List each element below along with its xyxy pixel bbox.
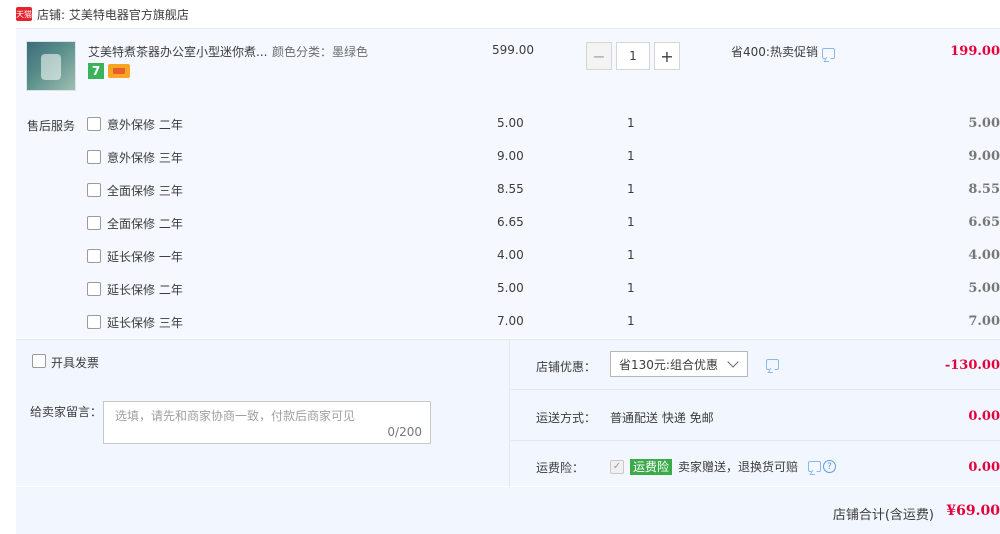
service-quantity: 1 — [627, 314, 635, 328]
service-checkbox[interactable] — [87, 150, 101, 164]
service-name: 全面保修 二年 — [107, 217, 183, 231]
service-total: 8.55 — [968, 182, 1000, 197]
shop-total-bar: 店铺合计(含运费) ¥69.00 — [16, 487, 1000, 534]
seller-message-char-count: 0/200 — [387, 425, 422, 439]
service-row: 全面保修 三年 8.55 1 8.55 — [16, 181, 1000, 201]
product-thumbnail[interactable] — [26, 41, 76, 91]
seller-message-label: 给卖家留言： — [30, 405, 103, 419]
service-row: 意外保修 三年 9.00 1 9.00 — [16, 148, 1000, 168]
service-name: 意外保修 三年 — [107, 151, 183, 165]
service-quantity: 1 — [627, 281, 635, 295]
service-row: 延长保修 二年 5.00 1 5.00 — [16, 280, 1000, 300]
order-options-panel: 开具发票 给卖家留言： 选填，请先和商家协商一致，付款后商家可见 0/200 店… — [16, 339, 1000, 487]
help-icon[interactable]: ? — [823, 460, 837, 473]
service-total: 6.65 — [968, 215, 1000, 230]
insurance-badge: 运费险 — [630, 458, 673, 475]
service-quantity: 1 — [627, 149, 635, 163]
product-sku: 颜色分类：墨绿色 — [272, 45, 369, 59]
service-price: 8.55 — [497, 182, 524, 196]
service-row: 全面保修 二年 6.65 1 6.65 — [16, 214, 1000, 234]
buyer-options: 开具发票 给卖家留言： 选填，请先和商家协商一致，付款后商家可见 0/200 — [16, 340, 510, 487]
service-name: 延长保修 二年 — [107, 283, 183, 297]
service-total: 5.00 — [968, 116, 1000, 131]
promotion-info: 省400:热卖促销 — [731, 43, 835, 60]
shipping-amount: 0.00 — [968, 409, 1000, 424]
service-name: 全面保修 三年 — [107, 184, 183, 198]
service-row: 延长保修 一年 4.00 1 4.00 — [16, 247, 1000, 267]
service-quantity: 1 — [627, 116, 635, 130]
tmall-logo-icon: 天猫 — [16, 7, 32, 21]
decrease-quantity-button[interactable]: − — [586, 42, 612, 70]
service-price: 6.65 — [497, 215, 524, 229]
shipping-insurance-info: ✓ 运费险 卖家赠送，退换货可赔 ? — [610, 458, 837, 475]
service-total: 4.00 — [968, 248, 1000, 263]
service-quantity: 1 — [627, 182, 635, 196]
comment-icon[interactable] — [821, 48, 835, 59]
shop-discount-selected: 省130元:组合优惠 — [619, 357, 718, 372]
service-total: 5.00 — [968, 281, 1000, 296]
shipping-insurance-label: 运费险： — [536, 461, 585, 475]
product-title[interactable]: 艾美特煮茶器办公室小型迷你煮... — [88, 43, 267, 60]
comment-icon[interactable] — [766, 358, 779, 370]
quantity-stepper: − 1 + — [586, 42, 680, 70]
product-unit-price: 599.00 — [492, 43, 534, 57]
service-checkbox[interactable] — [87, 216, 101, 230]
service-name: 意外保修 二年 — [107, 118, 183, 132]
service-price: 5.00 — [497, 116, 524, 130]
service-price: 9.00 — [497, 149, 524, 163]
shop-discount-control: 省130元:组合优惠 — [610, 351, 779, 377]
service-price: 5.00 — [497, 281, 524, 295]
service-quantity: 1 — [627, 215, 635, 229]
seller-message-placeholder: 选填，请先和商家协商一致，付款后商家可见 — [115, 409, 356, 423]
service-name: 延长保修 一年 — [107, 250, 183, 264]
shop-discount-label: 店铺优惠： — [536, 360, 597, 374]
service-checkbox[interactable] — [87, 117, 101, 131]
seven-day-return-icon: 7 — [88, 63, 104, 79]
service-price: 7.00 — [497, 314, 524, 328]
service-row: 意外保修 二年 5.00 1 5.00 — [16, 115, 1000, 135]
service-row: 延长保修 三年 7.00 1 7.00 — [16, 313, 1000, 333]
shop-total-label: 店铺合计(含运费) — [832, 508, 934, 523]
service-quantity: 1 — [627, 248, 635, 262]
service-checkbox[interactable] — [87, 183, 101, 197]
invoice-checkbox[interactable] — [32, 354, 46, 368]
service-total: 9.00 — [968, 149, 1000, 164]
order-item-panel: 艾美特煮茶器办公室小型迷你煮... 颜色分类：墨绿色 7 599.00 − 1 … — [16, 28, 1000, 338]
quantity-input[interactable]: 1 — [616, 42, 650, 70]
shop-discount-row: 店铺优惠： 省130元:组合优惠 -130.00 — [511, 340, 1000, 390]
product-subtotal: 199.00 — [950, 44, 1000, 59]
shop-total-amount: ¥69.00 — [946, 503, 1000, 519]
service-name: 延长保修 三年 — [107, 316, 183, 330]
shipping-insurance-row: 运费险： ✓ 运费险 卖家赠送，退换货可赔 ? 0.00 — [511, 441, 1000, 487]
shipping-label: 运送方式： — [536, 411, 597, 425]
service-checkbox[interactable] — [87, 315, 101, 329]
shop-name[interactable]: 店铺: 艾美特电器官方旗舰店 — [37, 6, 189, 23]
service-checkbox[interactable] — [87, 282, 101, 296]
promotion-text: 省400:热卖促销 — [731, 45, 818, 59]
comment-icon[interactable] — [808, 461, 822, 472]
service-checkbox[interactable] — [87, 249, 101, 263]
service-price: 4.00 — [497, 248, 524, 262]
shipping-insurance-amount: 0.00 — [968, 460, 1000, 475]
shop-discount-select[interactable]: 省130元:组合优惠 — [610, 351, 748, 377]
increase-quantity-button[interactable]: + — [654, 42, 680, 70]
insurance-checkbox: ✓ — [610, 459, 624, 474]
chevron-down-icon — [727, 356, 739, 368]
shipping-method: 普通配送 快递 免邮 — [610, 411, 714, 425]
insurance-description: 卖家赠送，退换货可赔 — [678, 460, 799, 474]
invoice-label[interactable]: 开具发票 — [51, 354, 99, 371]
credit-card-icon — [108, 64, 130, 78]
seller-message-textarea[interactable]: 选填，请先和商家协商一致，付款后商家可见 0/200 — [103, 401, 431, 444]
shop-header: 天猫 店铺: 艾美特电器官方旗舰店 — [0, 0, 1000, 28]
shipping-row: 运送方式： 普通配送 快递 免邮 0.00 — [511, 390, 1000, 441]
shop-discount-amount: -130.00 — [944, 358, 1000, 373]
service-total: 7.00 — [968, 314, 1000, 329]
